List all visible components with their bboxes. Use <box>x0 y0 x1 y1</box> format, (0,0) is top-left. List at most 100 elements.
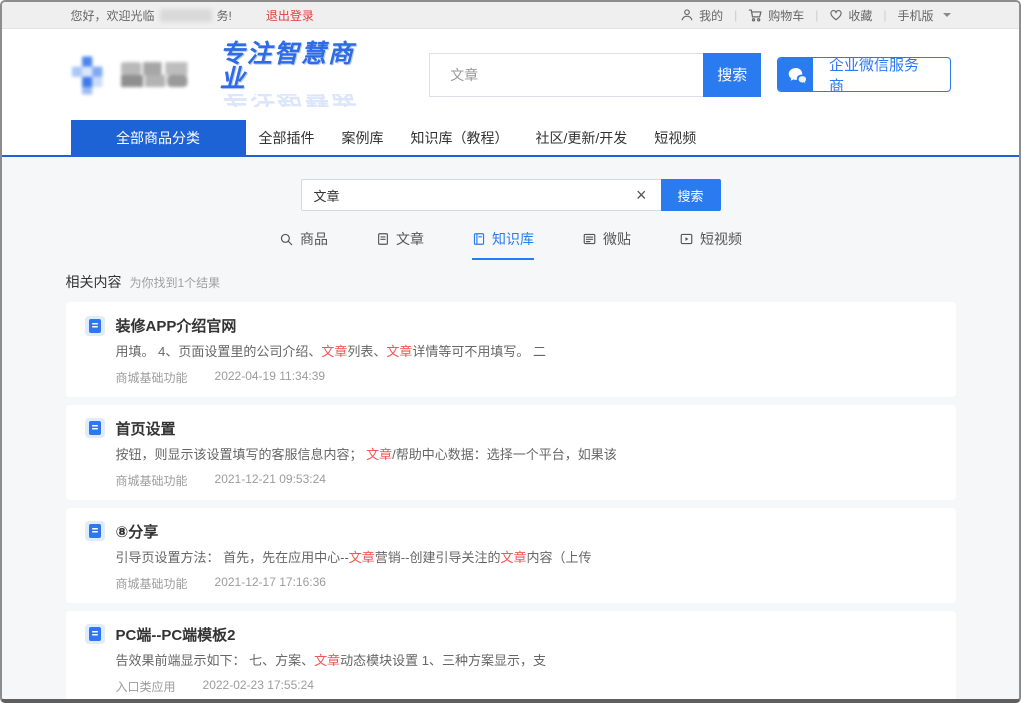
result-category: 商城基础功能 <box>116 369 188 386</box>
result-category: 入口类应用 <box>116 678 176 695</box>
all-categories-button[interactable]: 全部商品分类 <box>71 120 246 155</box>
search-icon <box>279 232 294 247</box>
tab-knowledge-base[interactable]: 知识库 <box>472 229 534 260</box>
header-search-button[interactable]: 搜索 <box>703 53 761 97</box>
video-icon <box>679 232 694 246</box>
document-icon <box>85 624 105 644</box>
chevron-down-icon <box>943 13 951 21</box>
result-title[interactable]: 装修APP介绍官网 <box>116 315 237 336</box>
description-text: 用填。 4、页面设置里的公司介绍、 <box>116 344 322 359</box>
result-card: PC端--PC端模板2 告效果前端显示如下： 七、方案、文章动态模块设置 1、三种… <box>66 611 956 699</box>
book-icon <box>472 232 486 246</box>
tab-articles[interactable]: 文章 <box>376 229 424 260</box>
result-title[interactable]: PC端--PC端模板2 <box>116 624 236 645</box>
description-text: 告效果前端显示如下： 七、方案、 <box>116 653 315 668</box>
result-meta: 入口类应用2022-02-23 17:55:24 <box>116 678 930 695</box>
description-text: 按钮，则显示该设置填写的客服信息内容； <box>116 447 367 462</box>
heart-icon <box>829 8 843 22</box>
result-card-header: 装修APP介绍官网 <box>85 315 930 336</box>
result-card: 首页设置按钮，则显示该设置填写的客服信息内容； 文章/帮助中心数据：选择一个平台… <box>66 405 956 500</box>
site-logo[interactable]: 专注智慧商业 专注智慧商业 <box>71 42 370 107</box>
list-icon <box>582 232 597 246</box>
topbar-link-label: 我的 <box>699 7 723 24</box>
divider: | <box>815 8 818 22</box>
result-meta: 商城基础功能2021-12-17 17:16:36 <box>116 575 930 592</box>
welcome-prefix: 您好，欢迎光临 <box>71 7 155 24</box>
result-title[interactable]: 首页设置 <box>116 418 176 439</box>
header-search: 文章 搜索 <box>429 53 761 97</box>
description-text: 营销--创建引导关注的 <box>375 550 501 565</box>
description-text: 列表、 <box>347 344 386 359</box>
search-input[interactable]: 文章 × <box>301 179 661 211</box>
result-card-header: 首页设置 <box>85 418 930 439</box>
document-icon <box>85 418 105 438</box>
description-text: 引导页设置方法： 首先，先在应用中心-- <box>116 550 349 565</box>
main-content: 文章 × 搜索 商品文章知识库微贴短视频 相关内容 为你找到1个结果 装修APP… <box>2 157 1019 699</box>
topbar-link-mobile-version[interactable]: 手机版 <box>897 7 950 24</box>
welcome-message: 您好，欢迎光临 务! <box>71 7 232 24</box>
tab-products[interactable]: 商品 <box>279 229 328 260</box>
tab-label: 短视频 <box>700 229 742 249</box>
results-count: 为你找到1个结果 <box>130 274 221 291</box>
description-text: 内容（上传 <box>526 550 591 565</box>
header-search-value: 文章 <box>450 65 478 85</box>
nav-item-case-library[interactable]: 案例库 <box>342 128 384 148</box>
result-card-header: ⑧分享 <box>85 521 930 542</box>
tab-short-videos[interactable]: 短视频 <box>679 229 742 260</box>
result-title[interactable]: ⑧分享 <box>116 521 159 542</box>
browser-window: 您好，欢迎光临 务! 退出登录 我的 | 购物车 | 收藏 | 手机版 <box>0 0 1021 703</box>
result-card: ⑧分享引导页设置方法： 首先，先在应用中心--文章营销--创建引导关注的文章内容… <box>66 508 956 603</box>
nav-item-community-update-dev[interactable]: 社区/更新/开发 <box>536 128 628 148</box>
logout-link[interactable]: 退出登录 <box>266 7 314 24</box>
result-description: 用填。 4、页面设置里的公司介绍、文章列表、文章详情等可不用填写。 二 <box>116 344 930 361</box>
welcome-suffix: 务! <box>217 7 232 24</box>
cart-icon <box>748 8 763 23</box>
wecom-button-label: 企业微信服务商 <box>813 57 949 92</box>
description-text: 动态模块设置 1、三种方案显示，支 <box>340 653 546 668</box>
highlighted-keyword: 文章 <box>314 653 340 668</box>
highlighted-keyword: 文章 <box>321 344 347 359</box>
results-section: 相关内容 为你找到1个结果 装修APP介绍官网用填。 4、页面设置里的公司介绍、… <box>66 272 956 699</box>
doc-icon <box>376 232 390 246</box>
topbar-link-favorites[interactable]: 收藏 <box>829 7 872 24</box>
highlighted-keyword: 文章 <box>366 447 392 462</box>
result-timestamp: 2021-12-21 09:53:24 <box>215 472 326 489</box>
wecom-chat-icon <box>778 57 813 92</box>
result-timestamp: 2022-04-19 11:34:39 <box>215 369 326 386</box>
nav-item-all-plugins[interactable]: 全部插件 <box>259 128 315 148</box>
logo-slogan-reflection: 专注智慧商业 <box>220 94 370 107</box>
highlighted-keyword: 文章 <box>349 550 375 565</box>
logo-mark-icon <box>71 53 112 97</box>
tab-label: 商品 <box>300 229 328 249</box>
result-description: 按钮，则显示该设置填写的客服信息内容； 文章/帮助中心数据：选择一个平台，如果该 <box>116 447 930 464</box>
nav-item-knowledge-tutorials[interactable]: 知识库（教程） <box>411 128 509 148</box>
result-description: 引导页设置方法： 首先，先在应用中心--文章营销--创建引导关注的文章内容（上传 <box>116 550 930 567</box>
topbar-link-cart[interactable]: 购物车 <box>748 7 804 24</box>
topbar: 您好，欢迎光临 务! 退出登录 我的 | 购物车 | 收藏 | 手机版 <box>2 2 1019 29</box>
wecom-service-button[interactable]: 企业微信服务商 <box>777 57 950 92</box>
logo-slogan: 专注智慧商业 <box>220 42 370 92</box>
topbar-link-label: 购物车 <box>768 7 804 24</box>
topbar-link-label: 手机版 <box>897 7 933 24</box>
result-description: 告效果前端显示如下： 七、方案、文章动态模块设置 1、三种方案显示，支 <box>116 653 930 670</box>
result-meta: 商城基础功能 2021-12-21 09:53:24 <box>116 472 930 489</box>
site-header: 专注智慧商业 专注智慧商业 文章 搜索 企业微信服务商 <box>2 29 1019 120</box>
results-title: 相关内容 <box>66 272 122 292</box>
results-header: 相关内容 为你找到1个结果 <box>66 272 956 292</box>
result-card-header: PC端--PC端模板2 <box>85 624 930 645</box>
result-category: 商城基础功能 <box>116 472 188 489</box>
highlighted-keyword: 文章 <box>386 344 412 359</box>
divider: | <box>734 8 737 22</box>
result-card: 装修APP介绍官网用填。 4、页面设置里的公司介绍、文章列表、文章详情等可不用填… <box>66 302 956 397</box>
clear-search-icon[interactable]: × <box>634 186 649 204</box>
header-search-input[interactable]: 文章 <box>429 53 703 97</box>
search-input-value: 文章 <box>314 186 634 205</box>
divider: | <box>883 8 886 22</box>
tab-micro-posts[interactable]: 微贴 <box>582 229 631 260</box>
search-button[interactable]: 搜索 <box>661 179 721 211</box>
nav-item-short-video[interactable]: 短视频 <box>654 128 696 148</box>
tab-label: 微贴 <box>603 229 631 249</box>
topbar-links: 我的 | 购物车 | 收藏 | 手机版 <box>680 7 950 24</box>
topbar-link-my-account[interactable]: 我的 <box>680 7 723 24</box>
highlighted-keyword: 文章 <box>500 550 526 565</box>
